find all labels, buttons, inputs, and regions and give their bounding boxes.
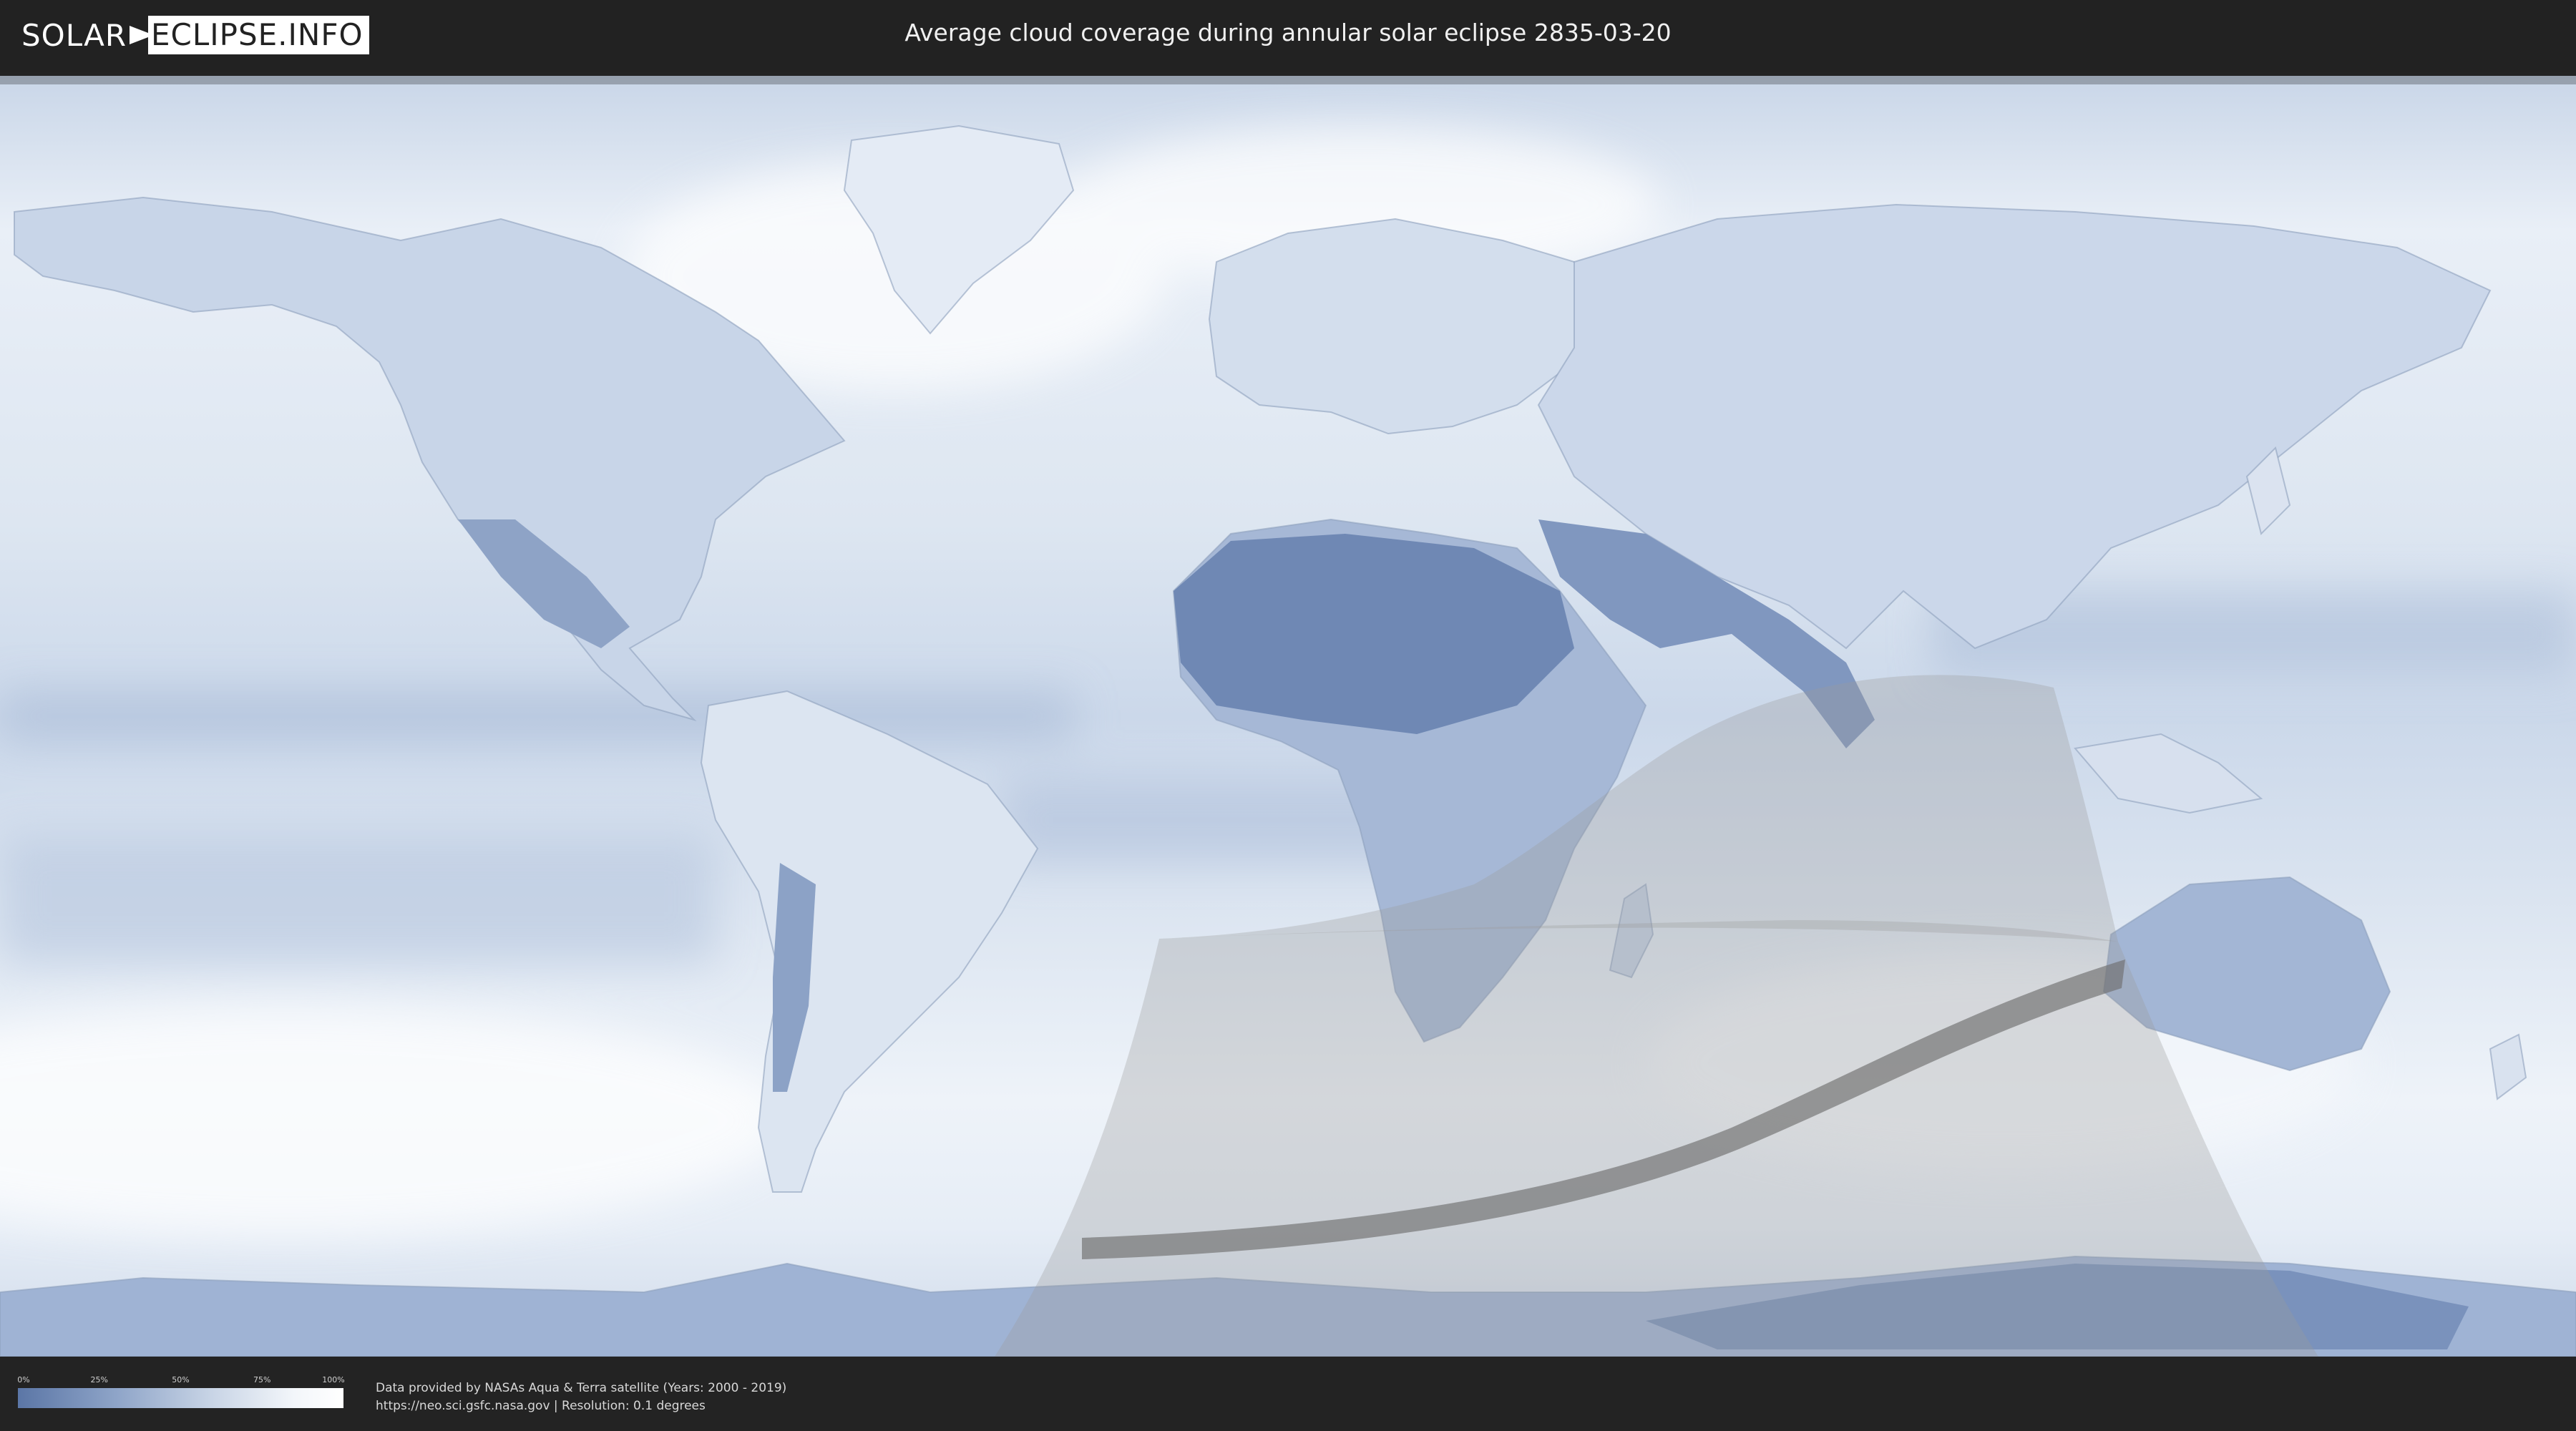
legend-gradient-bar <box>18 1388 343 1408</box>
legend-tick-label: 75% <box>253 1375 271 1384</box>
legend-tick-label: 25% <box>90 1375 108 1384</box>
cloud-coverage-legend: 0% 25% 50% 75% 100% <box>17 1375 345 1408</box>
credit-line-url: https://neo.sci.gsfc.nasa.gov | Resoluti… <box>376 1399 706 1413</box>
legend-tick-label: 100% <box>322 1375 345 1384</box>
legend-tick-label: 50% <box>172 1375 190 1384</box>
footer-bar: 0% 25% 50% 75% 100% Data provided by NASAs A… <box>0 1359 2576 1431</box>
page-title: Average cloud coverage during annular so… <box>904 19 1672 47</box>
cloud-coverage-map[interactable] <box>0 76 2576 1357</box>
world-map-svg <box>0 76 2576 1357</box>
map-top-shade <box>0 76 2576 84</box>
legend-tick-label: 0% <box>17 1375 30 1384</box>
legend-ticks: 0% 25% 50% 75% 100% <box>17 1375 345 1388</box>
credit-line-source: Data provided by NASAs Aqua & Terra sate… <box>376 1381 787 1395</box>
header-bar: SOLAR ECLIPSE.INFO Average cloud coverag… <box>0 0 2576 72</box>
data-credits: Data provided by NASAs Aqua & Terra sate… <box>376 1379 786 1415</box>
